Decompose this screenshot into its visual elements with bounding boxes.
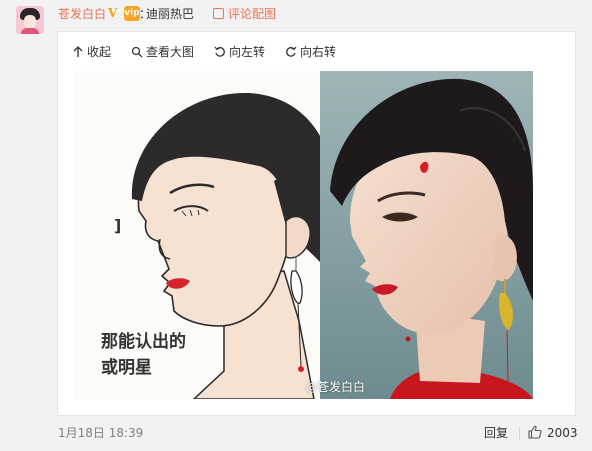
weibo-watermark: @苍发白白 (306, 380, 365, 395)
collapse-up-arrow-icon (73, 46, 83, 57)
weibo-logo-icon: @ (306, 381, 317, 394)
rotate-right-label: 向右转 (300, 45, 337, 59)
rotate-right-button[interactable]: 向右转 (285, 43, 336, 61)
collapse-button[interactable]: 收起 (72, 43, 111, 61)
rotate-left-label: 向左转 (229, 45, 266, 59)
watermark-text: 苍发白白 (317, 380, 366, 394)
thumbs-up-icon[interactable] (528, 425, 542, 439)
caption-line-2: 或明星 (101, 358, 152, 378)
post-footer: 1月18日 18:39 回复 2003 (0, 416, 592, 451)
illustration-panel: ] 那能认出的 或明星 (74, 71, 335, 399)
collapse-label: 收起 (87, 45, 112, 59)
comment-image-icon (213, 8, 224, 19)
illustration-caption: 那能认出的 或明星 (101, 329, 186, 381)
post-timestamp[interactable]: 1月18日 18:39 (58, 425, 143, 441)
footer-divider (519, 426, 520, 440)
post-image[interactable]: ] 那能认出的 或明星 @苍发白白 (58, 70, 577, 416)
view-large-label: 查看大图 (146, 45, 195, 59)
image-toolbar: 收起 查看大图 向左转 向右转 (58, 32, 577, 70)
rotate-left-button[interactable]: 向左转 (214, 43, 265, 61)
view-large-button[interactable]: 查看大图 (131, 43, 194, 61)
rotate-right-icon (286, 46, 297, 57)
username-link[interactable]: 苍发白白 (58, 6, 106, 22)
rotate-left-icon (214, 46, 225, 57)
media-card: 收起 查看大图 向左转 向右转] 那能认出的 或明星 @苍发白白 (57, 31, 576, 416)
caption-line-1: 那能认出的 (101, 332, 186, 352)
reply-button[interactable]: 回复 (484, 425, 508, 441)
user-avatar[interactable] (16, 6, 44, 34)
verified-v-icon: V (108, 6, 118, 20)
comment-with-image-link[interactable]: 评论配图 (228, 6, 276, 22)
vip-badge: vip (124, 6, 140, 21)
magnifier-icon (131, 46, 143, 58)
photo-panel (320, 71, 533, 399)
like-count[interactable]: 2003 (547, 425, 578, 441)
actress-portrait-photo (320, 71, 533, 399)
svg-text:]: ] (114, 216, 121, 235)
topic-link[interactable]: 迪丽热巴 (146, 6, 194, 22)
